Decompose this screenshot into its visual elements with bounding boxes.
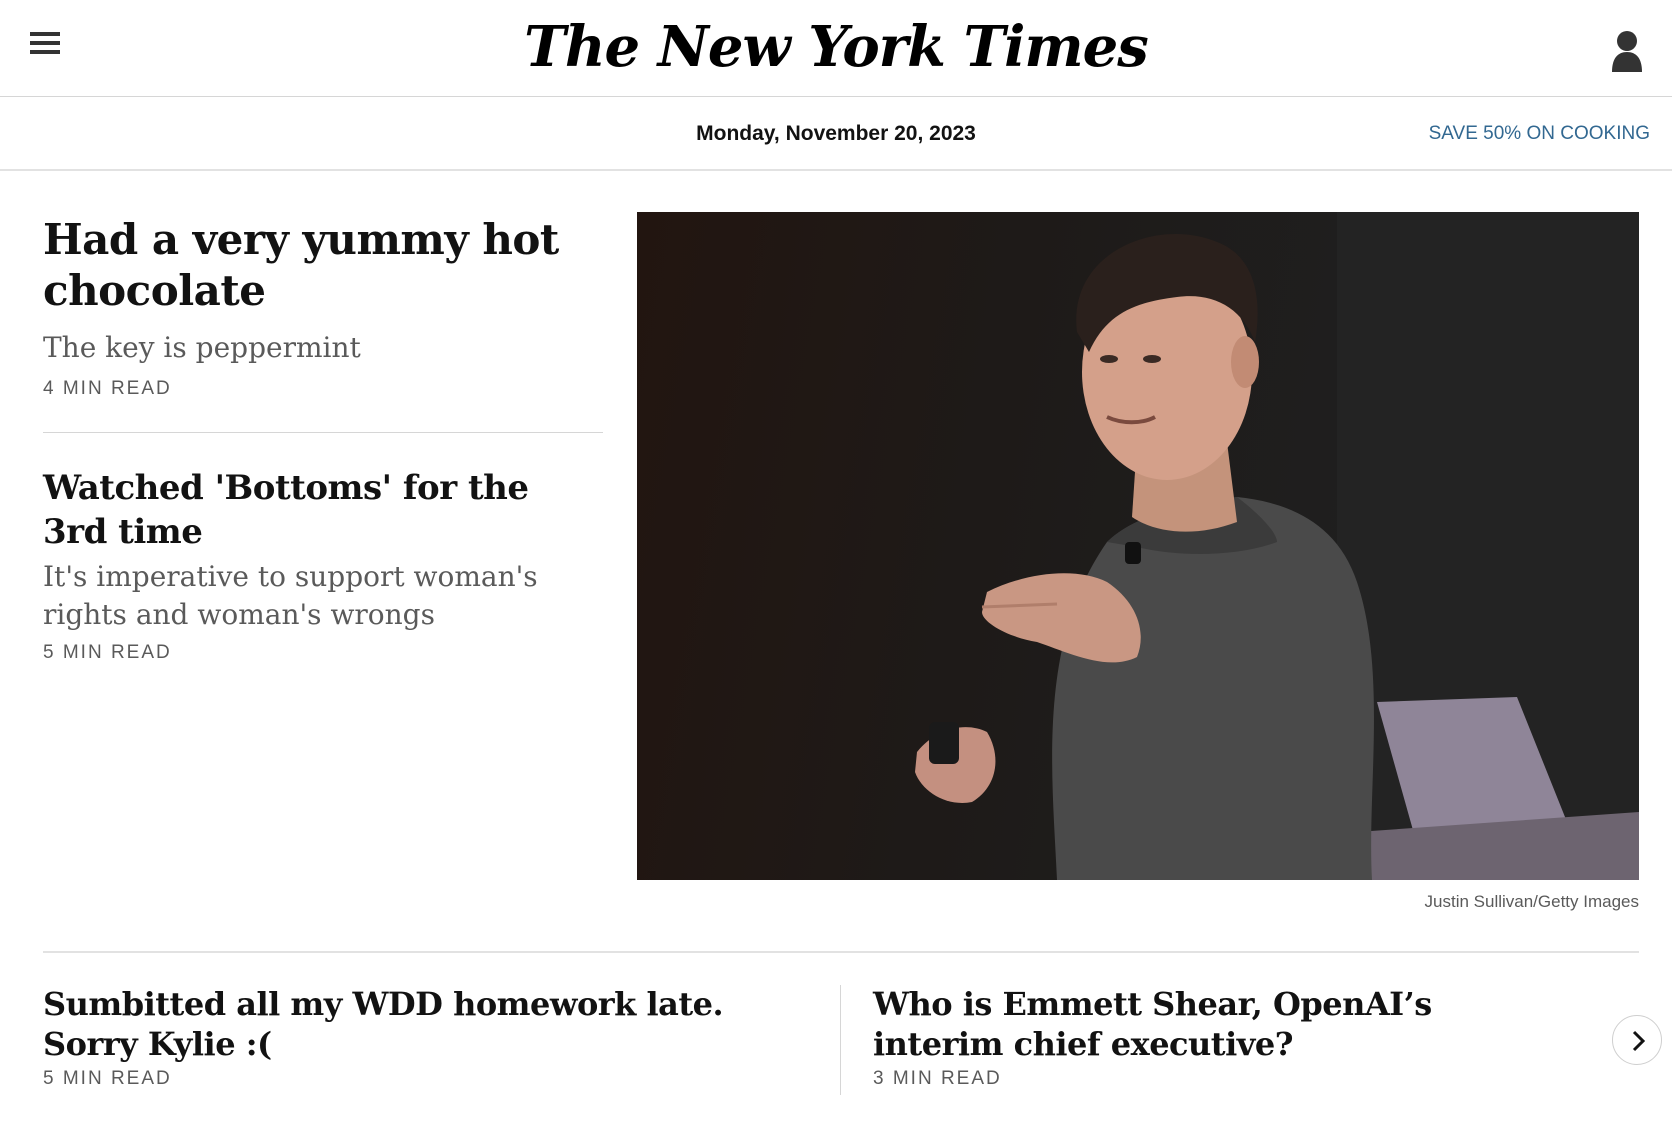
bottom-story[interactable]: Who is Emmett Shear, OpenAI’s interim ch… bbox=[873, 984, 1533, 1090]
photo-credit: Justin Sullivan/Getty Images bbox=[1424, 892, 1639, 911]
story-divider bbox=[43, 432, 603, 433]
lead-photo[interactable] bbox=[637, 212, 1639, 880]
story-headline[interactable]: Had a very yummy hot chocolate bbox=[43, 214, 603, 316]
story-summary: The key is peppermint bbox=[43, 331, 361, 364]
section-divider bbox=[43, 951, 1639, 953]
nyt-logo[interactable]: The New York Times bbox=[0, 12, 1672, 82]
chevron-right-icon bbox=[1632, 1030, 1646, 1052]
current-date: Monday, November 20, 2023 bbox=[696, 122, 976, 145]
user-account-icon[interactable] bbox=[1610, 30, 1644, 74]
column-divider bbox=[840, 985, 841, 1095]
read-time: 5 MIN READ bbox=[43, 1068, 172, 1089]
story-headline[interactable]: Sumbitted all my WDD homework late. Sorr… bbox=[43, 984, 823, 1064]
secondary-story[interactable]: Watched 'Bottoms' for the 3rd time It's … bbox=[43, 466, 603, 664]
cooking-promo-link[interactable]: SAVE 50% ON COOKING bbox=[1429, 123, 1650, 145]
masthead: The New York Times bbox=[0, 0, 1672, 97]
next-arrow-button[interactable] bbox=[1612, 1015, 1662, 1065]
story-headline[interactable]: Who is Emmett Shear, OpenAI’s interim ch… bbox=[873, 984, 1533, 1064]
story-summary: It's imperative to support woman's right… bbox=[43, 560, 538, 631]
read-time: 5 MIN READ bbox=[43, 642, 172, 663]
date-bar: Monday, November 20, 2023 SAVE 50% ON CO… bbox=[0, 98, 1672, 171]
photo-illustration bbox=[915, 212, 1639, 880]
bottom-story[interactable]: Sumbitted all my WDD homework late. Sorr… bbox=[43, 984, 823, 1090]
page: The New York Times Monday, November 20, … bbox=[0, 0, 1672, 1130]
story-headline[interactable]: Watched 'Bottoms' for the 3rd time bbox=[43, 466, 603, 554]
read-time: 3 MIN READ bbox=[873, 1068, 1002, 1089]
read-time: 4 MIN READ bbox=[43, 378, 172, 399]
lead-story[interactable]: Had a very yummy hot chocolate The key i… bbox=[43, 214, 603, 400]
